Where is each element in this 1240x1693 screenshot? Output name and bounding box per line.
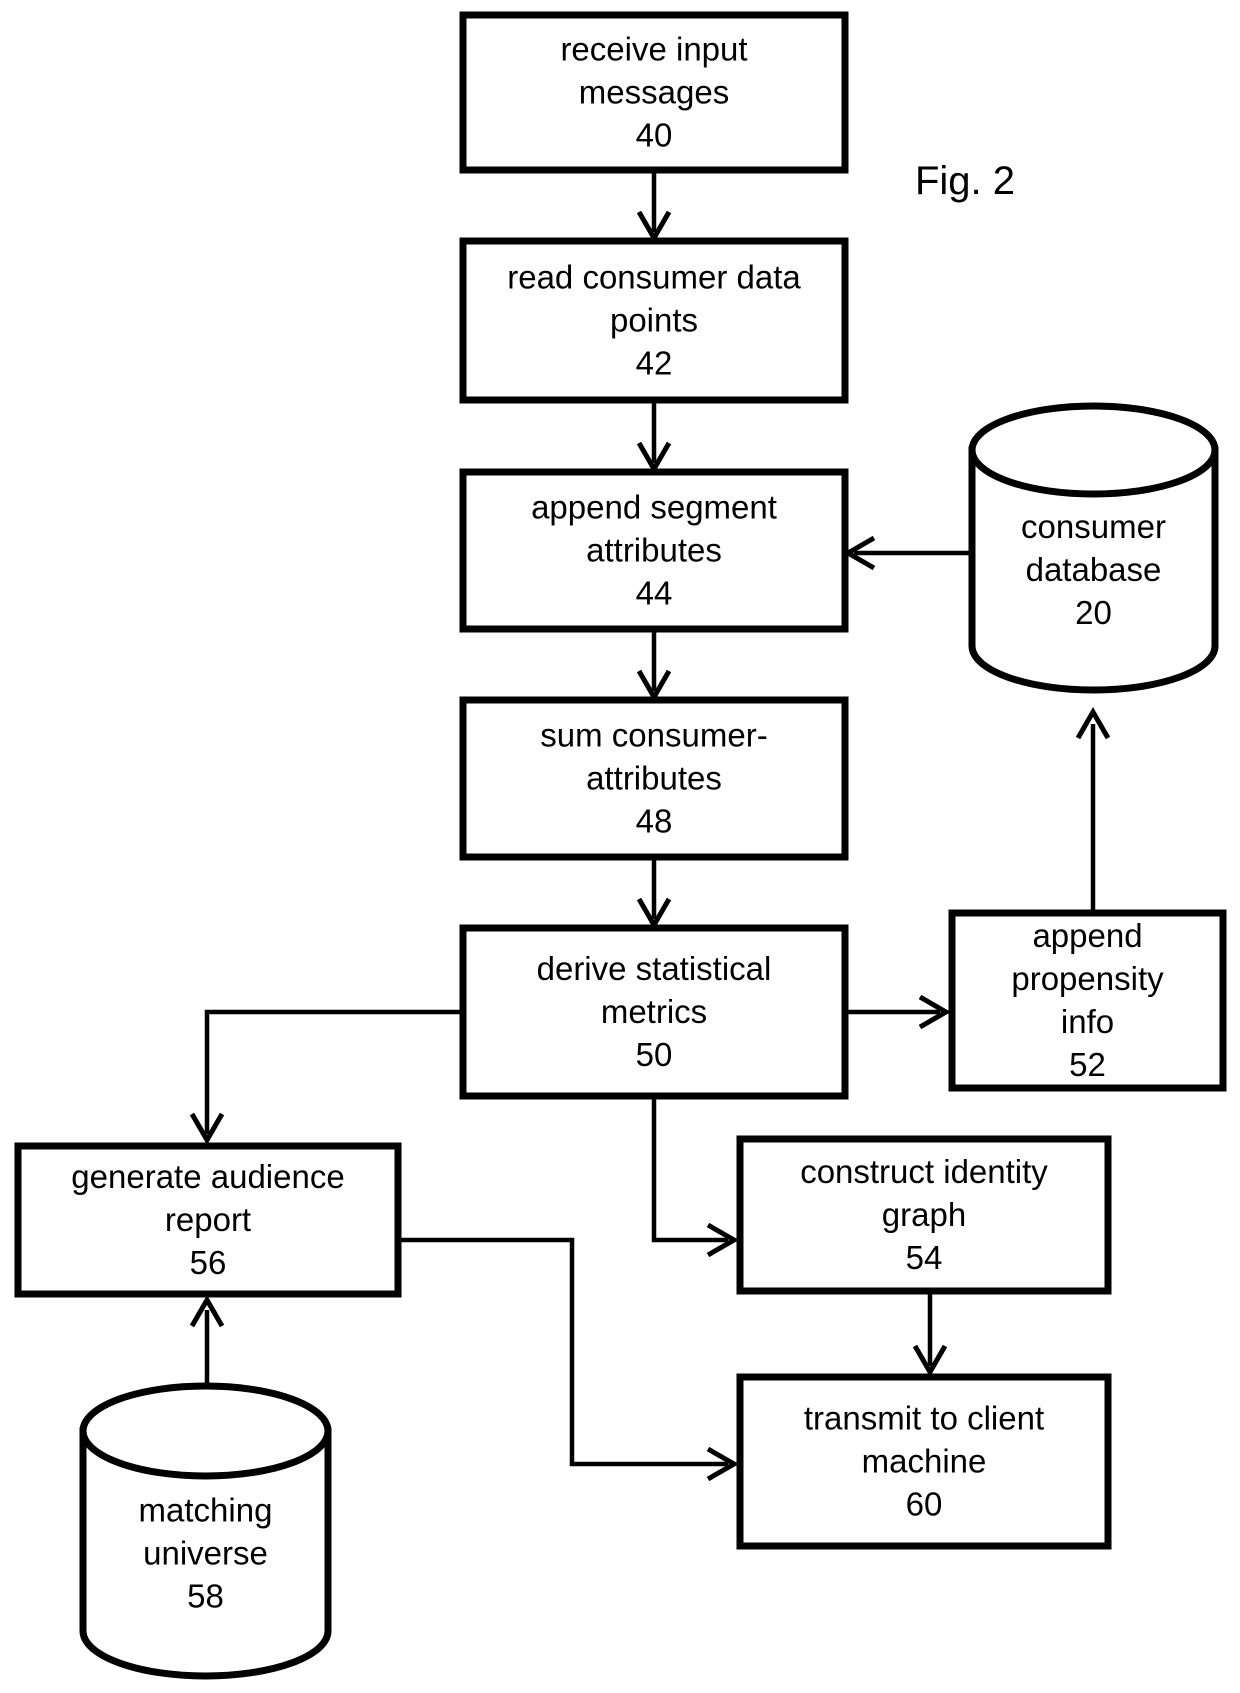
node-label-append-segment-attributes: attributes: [586, 532, 722, 569]
conn-56-to-60: [398, 1237, 740, 1482]
node-consumer-database: [968, 402, 1219, 694]
node-reference-numeral-append-propensity-info: 52: [1069, 1046, 1106, 1083]
patent-flowchart-figure: receive input messages 40 read consumer dat…: [0, 0, 1240, 1693]
node-label-append-propensity-info: info: [1061, 1003, 1114, 1040]
conn-48-to-50: [636, 857, 672, 931]
node-label-derive-statistical-metrics: metrics: [601, 993, 707, 1030]
node-reference-numeral-derive-statistical-metrics: 50: [636, 1036, 673, 1073]
conn-50-to-56: [189, 1009, 463, 1146]
node-label-derive-statistical-metrics: derive statistical: [537, 950, 772, 987]
node-label-receive-input-messages: messages: [579, 74, 729, 111]
node-label-construct-identity-graph: graph: [882, 1196, 966, 1233]
node-matching-universe: [79, 1382, 332, 1680]
node-label-transmit-to-client-machine: transmit to client: [804, 1400, 1044, 1437]
node-reference-numeral-matching-universe: 58: [187, 1578, 224, 1615]
node-label-construct-identity-graph: construct identity: [800, 1153, 1048, 1190]
node-reference-numeral-generate-audience-report: 56: [190, 1244, 227, 1281]
node-label-transmit-to-client-machine: machine: [862, 1443, 987, 1480]
conn-50-to-52: [845, 994, 952, 1030]
node-label-append-propensity-info: propensity: [1011, 960, 1164, 997]
node-label-generate-audience-report: generate audience: [71, 1158, 344, 1195]
conn-50-to-54: [651, 1096, 740, 1258]
connector-line: [204, 1009, 463, 1134]
node-reference-numeral-receive-input-messages: 40: [636, 117, 673, 154]
node-label-append-propensity-info: append: [1032, 917, 1142, 954]
conn-44-to-48: [636, 629, 672, 703]
figure-caption: Fig. 2: [915, 159, 1015, 203]
node-label-matching-universe: universe: [143, 1535, 268, 1572]
node-label-append-segment-attributes: append segment: [531, 489, 777, 526]
node-label-consumer-database: consumer: [1021, 508, 1166, 545]
node-reference-numeral-consumer-database: 20: [1075, 594, 1112, 631]
node-shape-cylinder-top: [79, 1382, 332, 1480]
node-label-matching-universe: matching: [139, 1492, 273, 1529]
conn-db-to-44: [842, 535, 972, 571]
conn-42-to-44: [636, 400, 672, 475]
conn-40-to-42: [636, 170, 672, 244]
node-reference-numeral-append-segment-attributes: 44: [636, 575, 673, 612]
node-label-consumer-database: database: [1026, 551, 1162, 588]
node-label-sum-consumer-attributes: sum consumer-: [540, 717, 767, 754]
node-label-sum-consumer-attributes: attributes: [586, 760, 722, 797]
connector-line: [651, 1096, 728, 1243]
conn-52-to-db: [1075, 706, 1111, 913]
node-reference-numeral-sum-consumer-attributes: 48: [636, 803, 673, 840]
connector-line: [398, 1237, 728, 1467]
node-label-receive-input-messages: receive input: [560, 31, 747, 68]
node-reference-numeral-read-consumer-data-points: 42: [636, 345, 673, 382]
node-reference-numeral-transmit-to-client-machine: 60: [906, 1486, 943, 1523]
node-shape-cylinder-top: [968, 402, 1219, 498]
conn-58-to-56: [189, 1294, 225, 1386]
node-label-read-consumer-data-points: read consumer data: [507, 259, 801, 296]
node-label-generate-audience-report: report: [165, 1201, 251, 1238]
node-label-read-consumer-data-points: points: [610, 302, 698, 339]
conn-54-to-60: [912, 1291, 948, 1378]
node-reference-numeral-construct-identity-graph: 54: [906, 1239, 943, 1276]
flowchart-svg: receive input messages 40 read consumer dat…: [14, 11, 1227, 1680]
